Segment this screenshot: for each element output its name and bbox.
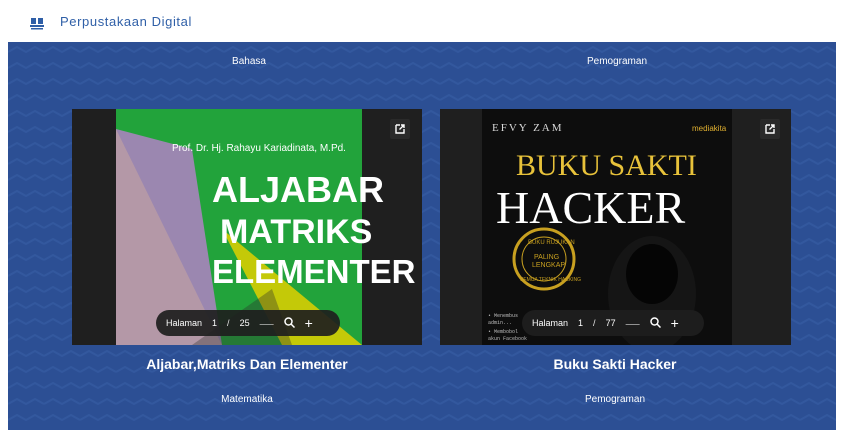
book-card-aljabar[interactable]: Prof. Dr. Hj. Rahayu Kariadinata, M.Pd. …	[72, 109, 422, 345]
cover-bullet-1: • Menembus	[488, 313, 518, 319]
cover-author-aljabar: Prof. Dr. Hj. Rahayu Kariadinata, M.Pd.	[172, 143, 346, 154]
page-separator: /	[593, 318, 596, 328]
library-logo-icon[interactable]	[30, 16, 44, 30]
book-category-hacker: Pemograman	[584, 394, 646, 405]
cover-bullet-2: admin...	[488, 320, 512, 326]
page-current[interactable]: 1	[578, 318, 583, 328]
badge-text-1: BUKU RUJUKAN	[528, 240, 575, 246]
cover-bullet-4: akun Facebook	[488, 336, 527, 342]
book-title-aljabar[interactable]: Aljabar,Matriks Dan Elementer	[72, 356, 422, 372]
category-label-top-left: Bahasa	[232, 56, 266, 67]
badge-text-4: SEMUA TEKNIK HACKING	[520, 277, 581, 283]
badge-text-2: PALING	[534, 254, 559, 261]
search-icon[interactable]	[649, 316, 661, 330]
app-title[interactable]: Perpustakaan Digital	[60, 14, 192, 29]
zoom-in-icon[interactable]: +	[671, 316, 679, 330]
open-external-button[interactable]	[760, 119, 780, 139]
zoom-out-icon[interactable]: —	[626, 316, 640, 330]
cover-title-hacker-2: HACKER	[496, 182, 685, 233]
page-label: Halaman	[166, 318, 203, 328]
page-total: 25	[239, 318, 250, 328]
open-external-icon	[395, 124, 405, 134]
book-grid-panel: Bahasa Pemograman Prof. Dr. Hj. Rahayu K…	[8, 42, 836, 430]
cover-title-line-2: MATRIKS	[220, 213, 372, 251]
cover-bullet-3: • Membobol	[488, 329, 518, 335]
cover-title-hacker-1: BUKU SAKTI	[516, 149, 697, 182]
page-navigator: Halaman 1 / 77 — +	[522, 310, 704, 336]
category-label-top-right: Pemograman	[586, 56, 648, 67]
book-card-hacker[interactable]: EFVY ZAM mediakita BUKU SAKTI HACKER BUK…	[440, 109, 791, 345]
search-icon[interactable]	[283, 316, 295, 330]
cover-title-line-1: ALJABAR	[212, 169, 384, 210]
page-separator: /	[227, 318, 230, 328]
open-external-button[interactable]	[390, 119, 410, 139]
open-external-icon	[765, 124, 775, 134]
cover-author-hacker: EFVY ZAM	[492, 122, 564, 134]
zoom-in-icon[interactable]: +	[305, 316, 313, 330]
cover-publisher: mediakita	[692, 124, 727, 133]
top-bar: Perpustakaan Digital	[0, 0, 842, 42]
book-category-aljabar: Matematika	[221, 394, 273, 405]
cover-title-line-3: ELEMENTER	[212, 253, 416, 290]
page-navigator: Halaman 1 / 25 — +	[156, 310, 340, 336]
zoom-out-icon[interactable]: —	[260, 316, 274, 330]
page-total: 77	[605, 318, 616, 328]
page-label: Halaman	[532, 318, 569, 328]
page-current[interactable]: 1	[212, 318, 217, 328]
book-title-hacker[interactable]: Buku Sakti Hacker	[440, 356, 790, 372]
badge-text-3: LENGKAP	[532, 262, 565, 269]
